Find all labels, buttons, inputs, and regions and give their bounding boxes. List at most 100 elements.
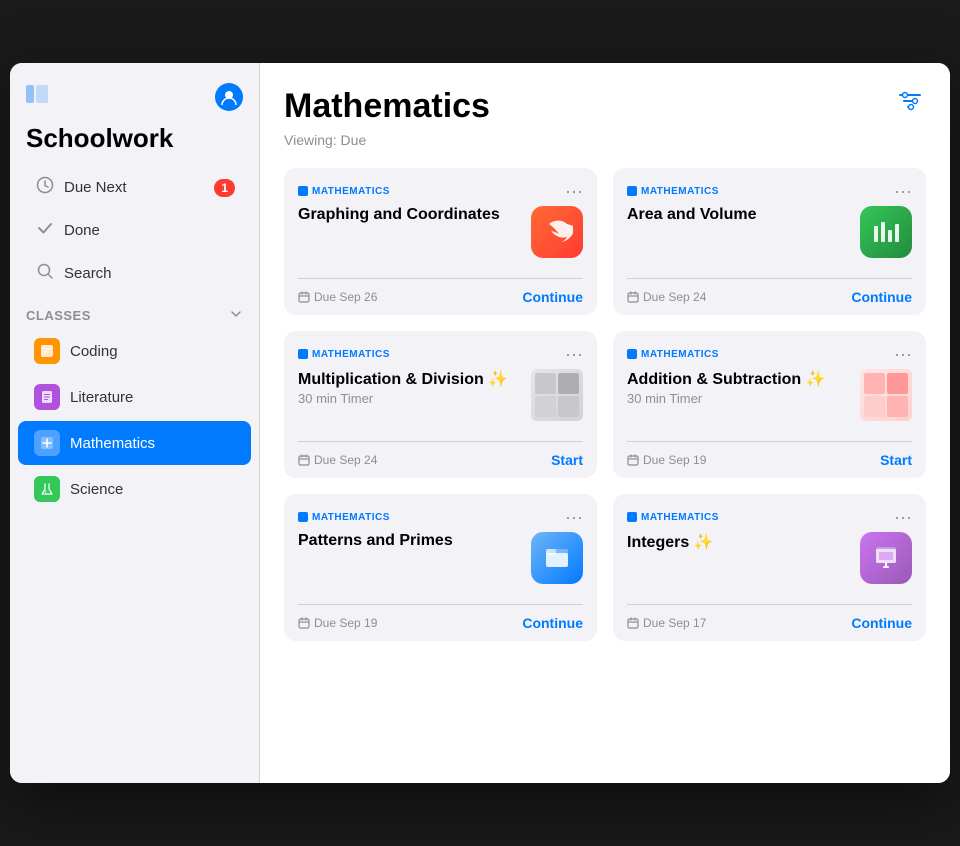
card-continue-button[interactable]: Continue xyxy=(522,289,583,305)
card-footer: Due Sep 19 Continue xyxy=(298,604,583,641)
sidebar-header xyxy=(10,83,259,119)
sidebar-toggle-icon[interactable] xyxy=(26,85,48,109)
card-subtitle: 30 min Timer xyxy=(627,391,850,406)
card-header: Mathematics ··· xyxy=(298,508,583,526)
card-due-date: Due Sep 19 xyxy=(298,616,377,630)
card-continue-button[interactable]: Continue xyxy=(851,615,912,631)
class-color-dot xyxy=(298,512,308,522)
science-label: Science xyxy=(70,481,123,498)
done-label: Done xyxy=(64,222,100,239)
card-title-area: Multiplication & Division ✨ 30 min Timer xyxy=(298,369,521,406)
thumbnail-cell xyxy=(558,373,579,394)
viewing-label: Viewing: Due xyxy=(284,132,926,148)
card-header: Mathematics ··· xyxy=(627,345,912,363)
card-class-label: Mathematics xyxy=(627,349,719,360)
assignment-card-addition[interactable]: Mathematics ··· Addition & Subtraction ✨… xyxy=(613,331,926,478)
card-header: Mathematics ··· xyxy=(298,182,583,200)
thumbnail-cell xyxy=(558,396,579,417)
card-body: Multiplication & Division ✨ 30 min Timer xyxy=(298,369,583,429)
class-color-dot xyxy=(627,186,637,196)
calendar-icon xyxy=(627,454,639,466)
thumbnail-cell xyxy=(887,396,908,417)
page-title: Mathematics xyxy=(284,87,490,126)
literature-class-icon xyxy=(34,384,60,410)
thumbnail-cell xyxy=(864,396,885,417)
card-title: Multiplication & Division ✨ xyxy=(298,369,521,389)
card-body: Graphing and Coordinates xyxy=(298,206,583,266)
card-more-button[interactable]: ··· xyxy=(894,182,912,200)
search-label: Search xyxy=(64,265,112,282)
card-header: Mathematics ··· xyxy=(627,182,912,200)
card-due-date: Due Sep 24 xyxy=(627,290,706,304)
card-title-area: Patterns and Primes xyxy=(298,532,521,552)
sidebar-item-coding[interactable]: Coding xyxy=(18,329,251,373)
card-more-button[interactable]: ··· xyxy=(565,182,583,200)
chevron-down-icon[interactable] xyxy=(229,307,243,324)
calendar-icon xyxy=(298,454,310,466)
card-title: Graphing and Coordinates xyxy=(298,206,521,224)
clock-icon xyxy=(34,176,56,199)
science-class-icon xyxy=(34,476,60,502)
user-avatar[interactable] xyxy=(215,83,243,111)
numbers-app-icon xyxy=(860,206,912,258)
assignment-card-area-volume[interactable]: Mathematics ··· Area and Volume xyxy=(613,168,926,315)
classes-section-title: Classes xyxy=(26,308,91,323)
card-body: Integers ✨ xyxy=(627,532,912,592)
card-due-date: Due Sep 24 xyxy=(298,453,377,467)
filter-icon[interactable] xyxy=(894,87,926,121)
coding-class-icon xyxy=(34,338,60,364)
card-body: Area and Volume xyxy=(627,206,912,266)
card-footer: Due Sep 26 Continue xyxy=(298,278,583,315)
classes-section-header: Classes xyxy=(10,295,259,328)
swift-app-icon xyxy=(531,206,583,258)
nav-due-next[interactable]: Due Next 1 xyxy=(18,167,251,208)
card-class-label: Mathematics xyxy=(298,186,390,197)
card-body: Patterns and Primes xyxy=(298,532,583,592)
main-content: Mathematics Viewing: Due Mathematics xyxy=(260,63,950,783)
due-next-label: Due Next xyxy=(64,179,127,196)
app-title: Schoolwork xyxy=(10,119,259,166)
mathematics-class-icon xyxy=(34,430,60,456)
card-start-button[interactable]: Start xyxy=(551,452,583,468)
card-thumbnail xyxy=(531,369,583,421)
card-title: Patterns and Primes xyxy=(298,532,521,550)
card-title-area: Area and Volume xyxy=(627,206,850,226)
card-header: Mathematics ··· xyxy=(298,345,583,363)
sidebar-item-science[interactable]: Science xyxy=(18,467,251,511)
files-app-icon xyxy=(531,532,583,584)
card-due-date: Due Sep 26 xyxy=(298,290,377,304)
card-title: Integers ✨ xyxy=(627,532,850,552)
card-thumbnail xyxy=(860,369,912,421)
assignment-card-graphing[interactable]: Mathematics ··· Graphing and Coordinates xyxy=(284,168,597,315)
card-footer: Due Sep 24 Start xyxy=(298,441,583,478)
nav-search[interactable]: Search xyxy=(18,253,251,294)
card-more-button[interactable]: ··· xyxy=(894,508,912,526)
nav-done[interactable]: Done xyxy=(18,210,251,251)
card-footer: Due Sep 19 Start xyxy=(627,441,912,478)
card-title: Addition & Subtraction ✨ xyxy=(627,369,850,389)
card-start-button[interactable]: Start xyxy=(880,452,912,468)
card-class-label: Mathematics xyxy=(298,512,390,523)
thumbnail-cell xyxy=(887,373,908,394)
card-due-date: Due Sep 19 xyxy=(627,453,706,467)
card-more-button[interactable]: ··· xyxy=(894,345,912,363)
mathematics-label: Mathematics xyxy=(70,435,155,452)
calendar-icon xyxy=(627,291,639,303)
coding-label: Coding xyxy=(70,343,118,360)
search-icon xyxy=(34,262,56,285)
sidebar-item-literature[interactable]: Literature xyxy=(18,375,251,419)
assignment-card-patterns[interactable]: Mathematics ··· Patterns and Primes xyxy=(284,494,597,641)
card-continue-button[interactable]: Continue xyxy=(522,615,583,631)
sidebar-item-mathematics[interactable]: Mathematics xyxy=(18,421,251,465)
card-more-button[interactable]: ··· xyxy=(565,508,583,526)
assignment-card-multiplication[interactable]: Mathematics ··· Multiplication & Divisio… xyxy=(284,331,597,478)
card-continue-button[interactable]: Continue xyxy=(851,289,912,305)
assignment-card-integers[interactable]: Mathematics ··· Integers ✨ xyxy=(613,494,926,641)
sidebar: Schoolwork Due Next 1 Done xyxy=(10,63,260,783)
thumbnail-cell xyxy=(535,373,556,394)
calendar-icon xyxy=(627,617,639,629)
main-header: Mathematics xyxy=(284,87,926,126)
card-footer: Due Sep 17 Continue xyxy=(627,604,912,641)
card-more-button[interactable]: ··· xyxy=(565,345,583,363)
thumbnail-cell xyxy=(535,396,556,417)
